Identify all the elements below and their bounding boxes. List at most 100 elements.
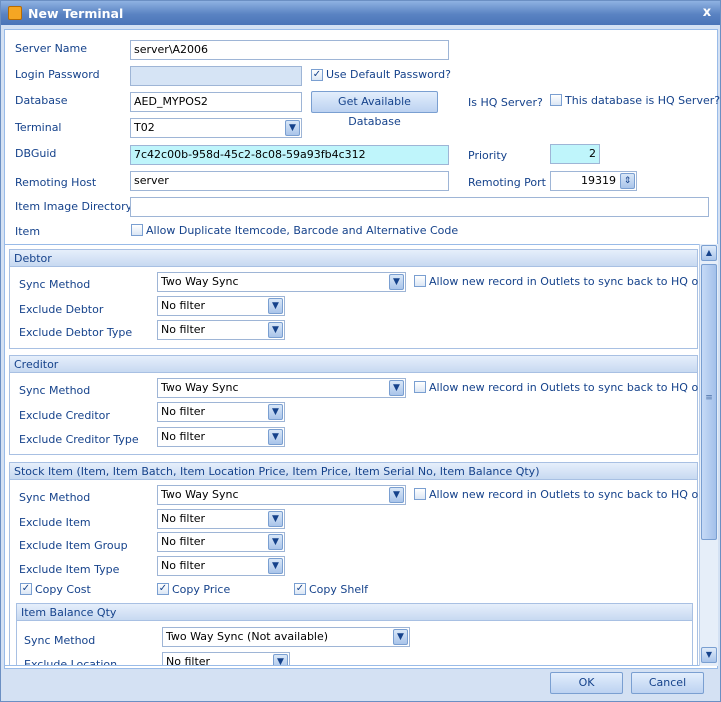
exclude-debtor-select[interactable]: No filter ▼	[157, 296, 285, 316]
chevron-down-icon[interactable]: ▼	[268, 298, 283, 314]
use-default-password-checkbox[interactable]: ✓	[311, 69, 323, 81]
balance-sync-method-select[interactable]: Two Way Sync (Not available) ▼	[162, 627, 410, 647]
item-label: Item	[15, 225, 41, 238]
cancel-button[interactable]: Cancel	[631, 672, 704, 694]
exclude-item-type-value: No filter	[161, 559, 206, 572]
dbguid-input[interactable]: 7c42c00b-958d-45c2-8c08-59a93fb4c312	[130, 145, 449, 165]
terminal-select[interactable]: T02 ▼	[130, 118, 302, 138]
dbguid-label: DBGuid	[15, 147, 57, 160]
exclude-item-group-label: Exclude Item Group	[19, 539, 128, 552]
stock-sync-method-select[interactable]: Two Way Sync ▼	[157, 485, 406, 505]
terminal-label: Terminal	[15, 121, 62, 134]
item-image-directory-input[interactable]	[130, 197, 709, 217]
server-name-label: Server Name	[15, 42, 88, 55]
item-balance-qty-section: Item Balance Qty Sync Method Two Way Syn…	[16, 603, 693, 666]
chevron-down-icon[interactable]: ▼	[268, 534, 283, 550]
chevron-down-icon[interactable]: ▼	[285, 120, 300, 136]
scroll-down-icon[interactable]: ▼	[701, 647, 717, 663]
exclude-debtor-type-select[interactable]: No filter ▼	[157, 320, 285, 340]
creditor-header: Creditor	[10, 356, 697, 373]
scroll-thumb[interactable]: ≡	[701, 264, 717, 540]
exclude-location-select[interactable]: No filter ▼	[162, 652, 290, 666]
database-label: Database	[15, 94, 68, 107]
chevron-down-icon[interactable]: ▼	[268, 511, 283, 527]
chevron-down-icon[interactable]: ▼	[389, 274, 404, 290]
chevron-down-icon[interactable]: ▼	[273, 654, 288, 665]
get-available-database-button[interactable]: Get Available Database	[311, 91, 438, 128]
remoting-host-label: Remoting Host	[15, 176, 97, 189]
this-db-hq-checkbox[interactable]	[550, 94, 562, 106]
debtor-allow-new-label: Allow new record in Outlets to sync back…	[429, 275, 715, 288]
stock-item-header: Stock Item (Item, Item Batch, Item Locat…	[10, 463, 697, 480]
remoting-port-spinner[interactable]: 19319 ⇕	[550, 171, 637, 191]
exclude-debtor-type-label: Exclude Debtor Type	[19, 326, 133, 339]
chevron-down-icon[interactable]: ▼	[268, 404, 283, 420]
chevron-down-icon[interactable]: ▼	[393, 629, 408, 645]
copy-shelf-checkbox[interactable]: ✓	[294, 583, 306, 595]
remoting-port-label: Remoting Port	[468, 176, 546, 189]
remoting-host-input[interactable]: server	[130, 171, 449, 191]
dialog-footer: OK Cancel	[1, 669, 720, 701]
debtor-sync-method-select[interactable]: Two Way Sync ▼	[157, 272, 406, 292]
sync-settings-scroll-area[interactable]: Debtor Sync Method Two Way Sync ▼ Allow …	[4, 244, 718, 666]
priority-input[interactable]: 2	[550, 144, 600, 164]
priority-label: Priority	[468, 149, 508, 162]
creditor-sync-method-select[interactable]: Two Way Sync ▼	[157, 378, 406, 398]
stock-item-section: Stock Item (Item, Item Batch, Item Locat…	[9, 462, 715, 666]
exclude-creditor-type-value: No filter	[161, 430, 206, 443]
chevron-down-icon[interactable]: ▼	[268, 558, 283, 574]
item-balance-qty-header: Item Balance Qty	[17, 604, 692, 621]
exclude-debtor-label: Exclude Debtor	[19, 303, 104, 316]
copy-shelf-label: Copy Shelf	[309, 583, 369, 596]
creditor-section: Creditor Sync Method Two Way Sync ▼ Allo…	[9, 355, 715, 455]
exclude-item-select[interactable]: No filter ▼	[157, 509, 285, 529]
server-name-input[interactable]: server\A2006	[130, 40, 449, 60]
login-password-input[interactable]	[130, 66, 302, 86]
exclude-creditor-type-label: Exclude Creditor Type	[19, 433, 139, 446]
debtor-header: Debtor	[10, 250, 697, 267]
exclude-creditor-value: No filter	[161, 405, 206, 418]
login-password-label: Login Password	[15, 68, 100, 81]
exclude-item-group-select[interactable]: No filter ▼	[157, 532, 285, 552]
creditor-allow-new-checkbox[interactable]	[414, 381, 426, 393]
exclude-item-value: No filter	[161, 512, 206, 525]
stock-allow-new-checkbox[interactable]	[414, 488, 426, 500]
vertical-scrollbar[interactable]: ▲ ≡ ▼	[699, 244, 718, 666]
stock-allow-new-label: Allow new record in Outlets to sync back…	[429, 488, 715, 501]
debtor-allow-new-checkbox[interactable]	[414, 275, 426, 287]
grip-icon: ≡	[705, 393, 713, 403]
title-bar[interactable]: New Terminal x	[1, 1, 720, 25]
exclude-location-label: Exclude Location	[24, 658, 118, 666]
copy-price-checkbox[interactable]: ✓	[157, 583, 169, 595]
exclude-creditor-type-select[interactable]: No filter ▼	[157, 427, 285, 447]
exclude-location-value: No filter	[166, 655, 211, 666]
debtor-section: Debtor Sync Method Two Way Sync ▼ Allow …	[9, 249, 715, 349]
this-db-hq-label: This database is HQ Server?	[565, 94, 721, 107]
spin-icon[interactable]: ⇕	[620, 173, 635, 189]
exclude-creditor-select[interactable]: No filter ▼	[157, 402, 285, 422]
debtor-sync-method-value: Two Way Sync	[161, 275, 239, 288]
creditor-sync-method-label: Sync Method	[19, 384, 91, 397]
database-input[interactable]: AED_MYPOS2	[130, 92, 302, 112]
exclude-debtor-type-value: No filter	[161, 323, 206, 336]
balance-sync-method-label: Sync Method	[24, 634, 96, 647]
chevron-down-icon[interactable]: ▼	[268, 322, 283, 338]
allow-duplicate-label: Allow Duplicate Itemcode, Barcode and Al…	[146, 224, 459, 237]
stock-sync-method-label: Sync Method	[19, 491, 91, 504]
ok-button[interactable]: OK	[550, 672, 623, 694]
app-icon	[8, 6, 22, 20]
window-title: New Terminal	[28, 6, 124, 21]
scroll-up-icon[interactable]: ▲	[701, 245, 717, 261]
remoting-port-value: 19319	[581, 174, 616, 187]
allow-duplicate-checkbox[interactable]	[131, 224, 143, 236]
chevron-down-icon[interactable]: ▼	[389, 380, 404, 396]
chevron-down-icon[interactable]: ▼	[268, 429, 283, 445]
exclude-item-group-value: No filter	[161, 535, 206, 548]
copy-cost-checkbox[interactable]: ✓	[20, 583, 32, 595]
close-icon[interactable]: x	[699, 5, 715, 21]
chevron-down-icon[interactable]: ▼	[389, 487, 404, 503]
item-image-directory-label: Item Image Directory	[15, 200, 133, 213]
debtor-sync-method-label: Sync Method	[19, 278, 91, 291]
exclude-item-type-select[interactable]: No filter ▼	[157, 556, 285, 576]
exclude-creditor-label: Exclude Creditor	[19, 409, 110, 422]
